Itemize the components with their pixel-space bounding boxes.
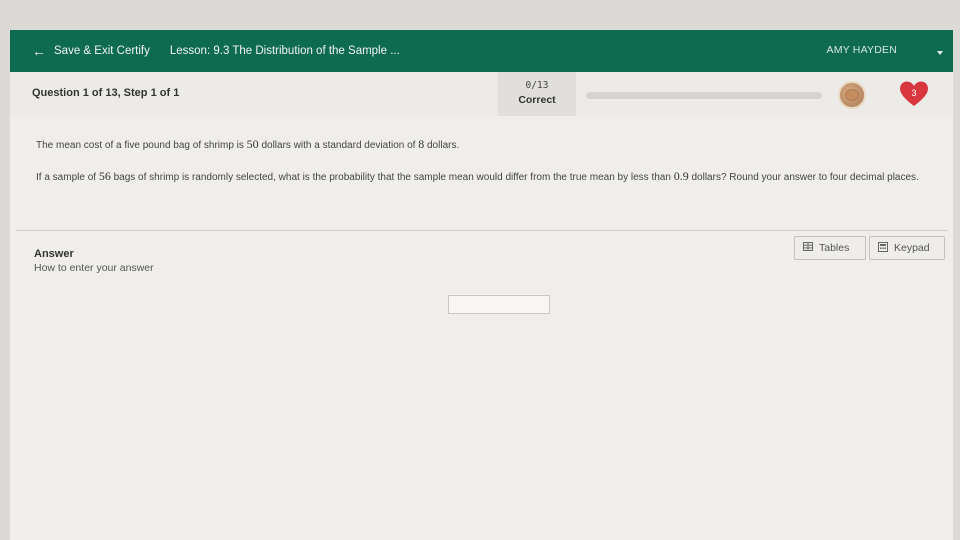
answer-heading: Answer	[34, 248, 74, 260]
score-status: Correct	[518, 94, 556, 106]
progress-bar	[586, 92, 822, 99]
how-to-enter-link[interactable]: How to enter your answer	[34, 262, 154, 274]
score-panel: 0/13 Correct	[498, 72, 576, 116]
tables-label: Tables	[819, 242, 850, 254]
question-content: The mean cost of a five pound bag of shr…	[10, 116, 953, 540]
lives-count: 3	[911, 88, 917, 98]
save-exit-label: Save & Exit Certify	[54, 45, 150, 57]
problem-text-segment: dollars.	[427, 140, 460, 151]
calculator-icon	[878, 241, 888, 255]
problem-line-1: The mean cost of a five pound bag of shr…	[36, 136, 926, 154]
keypad-label: Keypad	[894, 242, 930, 254]
problem-text-segment: dollars with a standard deviation of	[261, 140, 416, 151]
keypad-button[interactable]: Keypad	[869, 236, 945, 260]
sample-size-value: 56	[98, 169, 111, 183]
problem-text: The mean cost of a five pound bag of shr…	[36, 136, 926, 200]
problem-text-segment: The mean cost of a five pound bag of shr…	[36, 140, 244, 151]
tables-button[interactable]: Tables	[794, 236, 866, 260]
question-bar: Question 1 of 13, Step 1 of 1 0/13 Corre…	[10, 72, 953, 117]
table-icon	[803, 242, 813, 254]
answer-input[interactable]	[448, 295, 550, 314]
difference-value: 0.9	[673, 169, 689, 183]
lesson-title: Lesson: 9.3 The Distribution of the Samp…	[169, 45, 400, 57]
problem-text-segment: If a sample of	[36, 172, 97, 183]
user-name-menu[interactable]: AMY HAYDEN	[827, 44, 897, 56]
problem-line-2: If a sample of 56 bags of shrimp is rand…	[36, 168, 926, 186]
save-exit-button[interactable]: ← Save & Exit Certify	[32, 44, 150, 58]
question-step-label: Question 1 of 13, Step 1 of 1	[32, 87, 180, 99]
section-divider	[16, 230, 948, 231]
mean-value: 50	[246, 137, 259, 151]
coin-icon[interactable]	[838, 81, 866, 109]
back-arrow-icon: ←	[32, 43, 46, 59]
top-header-bar: ← Save & Exit Certify Lesson: 9.3 The Di…	[10, 30, 953, 72]
sd-value: 8	[418, 137, 425, 151]
heart-lives-badge: 3	[899, 80, 929, 108]
score-count: 0/13	[525, 80, 549, 91]
chevron-down-icon[interactable]	[937, 51, 943, 55]
app-screen: ← Save & Exit Certify Lesson: 9.3 The Di…	[10, 30, 953, 540]
problem-text-segment: bags of shrimp is randomly selected, wha…	[113, 172, 671, 183]
problem-text-segment: dollars? Round your answer to four decim…	[691, 172, 919, 183]
